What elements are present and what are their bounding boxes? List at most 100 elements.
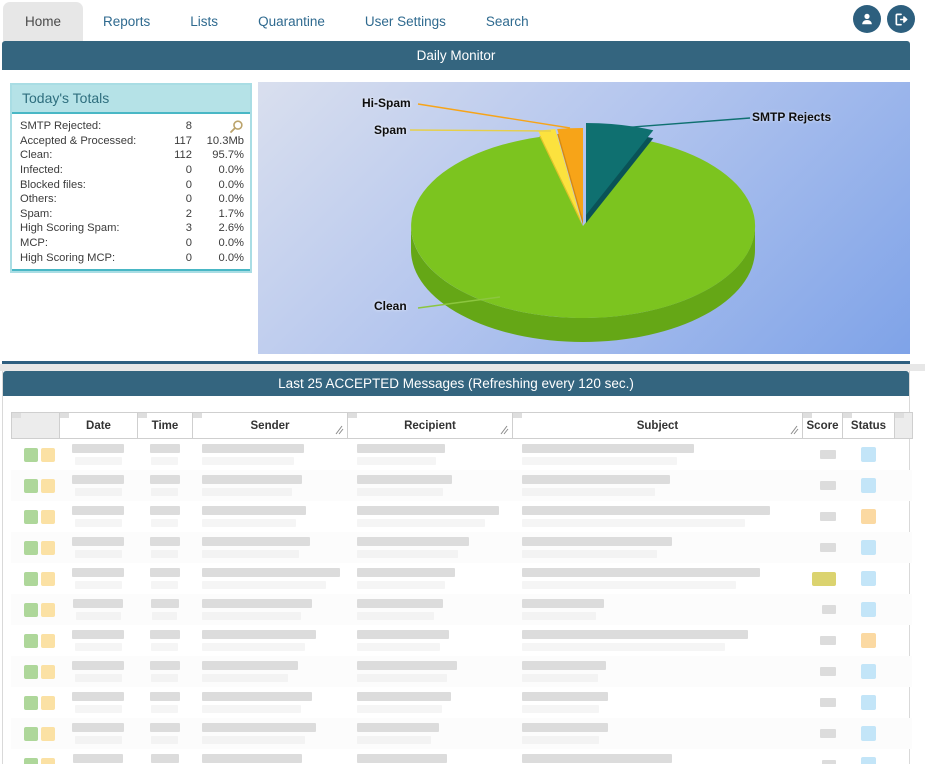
message-ok-icon[interactable] [24,510,38,524]
redacted-text [150,692,180,701]
redacted-text [150,661,180,670]
redacted-time-cell [137,439,192,470]
message-flag-icon[interactable] [41,541,55,555]
message-flag-icon[interactable] [41,634,55,648]
totals-row: High Scoring MCP:00.0% [20,250,244,265]
message-ok-icon[interactable] [24,634,38,648]
message-row[interactable] [11,532,912,563]
score-highlight [812,572,836,586]
totals-extra: 0.0% [192,193,244,205]
column-resize-icon[interactable] [789,425,799,435]
redacted-text [202,723,316,732]
user-account-button[interactable] [853,5,881,33]
status-badge [861,447,876,462]
message-row[interactable] [11,687,912,718]
redacted-score-cell [802,718,842,749]
redacted-time-cell [137,687,192,718]
pie-callout-line-hispam [418,104,570,128]
totals-extra: 0.0% [192,252,244,264]
redacted-text [522,723,608,732]
redacted-text [820,698,836,707]
message-flag-icon[interactable] [41,758,55,764]
logout-button[interactable] [887,5,915,33]
message-flag-icon[interactable] [41,727,55,741]
message-flag-icon[interactable] [41,448,55,462]
totals-extra [192,119,244,134]
redacted-text-ghost [75,519,122,527]
redacted-text-ghost [522,612,596,620]
redacted-date-cell [59,625,137,656]
message-row[interactable] [11,625,912,656]
message-ok-icon[interactable] [24,727,38,741]
pie-label-clean: Clean [374,299,407,313]
message-row[interactable] [11,470,912,501]
message-ok-icon[interactable] [24,696,38,710]
section-gap [0,364,925,371]
status-cell [842,749,894,764]
nav-tab-home[interactable]: Home [3,2,83,41]
column-header-empty [12,413,60,439]
message-row[interactable] [11,501,912,532]
redacted-text-ghost [202,581,326,589]
redacted-text [357,754,447,763]
message-flag-icon[interactable] [41,572,55,586]
daily-monitor-title: Daily Monitor [417,48,496,63]
redacted-time-cell [137,470,192,501]
redacted-text [73,599,123,608]
column-resize-icon[interactable] [334,425,344,435]
todays-totals-title: Today's Totals [12,85,250,112]
nav-tab-search[interactable]: Search [466,4,549,41]
message-flag-icon[interactable] [41,696,55,710]
column-resize-icon[interactable] [499,425,509,435]
message-ok-icon[interactable] [24,479,38,493]
message-flag-icon[interactable] [41,665,55,679]
nav-tab-quarantine[interactable]: Quarantine [238,4,345,41]
message-ok-icon[interactable] [24,665,38,679]
redacted-text [357,475,452,484]
redacted-sender-cell [192,594,347,625]
message-flag-icon[interactable] [41,510,55,524]
message-row[interactable] [11,718,912,749]
redacted-text-ghost [202,736,305,744]
message-ok-icon[interactable] [24,541,38,555]
message-flag-icon[interactable] [41,479,55,493]
message-row[interactable] [11,439,912,470]
redacted-score-cell [802,439,842,470]
message-ok-icon[interactable] [24,448,38,462]
redacted-text [150,506,180,515]
redacted-text [820,729,836,738]
redacted-score-cell [802,594,842,625]
redacted-recipient-cell [347,594,512,625]
redacted-time-cell [137,718,192,749]
message-ok-icon[interactable] [24,603,38,617]
totals-extra: 1.7% [192,208,244,220]
status-cell [842,718,894,749]
message-ok-icon[interactable] [24,758,38,764]
nav-tab-user-settings[interactable]: User Settings [345,4,466,41]
message-row[interactable] [11,749,912,764]
message-row[interactable] [11,563,912,594]
nav-tab-lists[interactable]: Lists [170,4,238,41]
redacted-text-ghost [202,674,288,682]
message-row[interactable] [11,656,912,687]
redacted-text [820,667,836,676]
redacted-recipient-cell [347,687,512,718]
status-badge [861,540,876,555]
message-ok-icon[interactable] [24,572,38,586]
totals-label: Clean: [20,149,158,161]
magnifier-icon[interactable] [229,119,244,134]
redacted-text-ghost [151,643,178,651]
nav-tab-reports[interactable]: Reports [83,4,170,41]
redacted-text [820,543,836,552]
message-flag-icon[interactable] [41,603,55,617]
redacted-text [357,568,455,577]
totals-label: Accepted & Processed: [20,135,158,147]
redacted-text [522,630,748,639]
redacted-date-cell [59,563,137,594]
redacted-text [72,630,124,639]
status-cell [842,470,894,501]
row-indicator-cell [11,532,59,563]
message-row[interactable] [11,594,912,625]
status-badge [861,664,876,679]
redacted-subject-cell [512,532,802,563]
